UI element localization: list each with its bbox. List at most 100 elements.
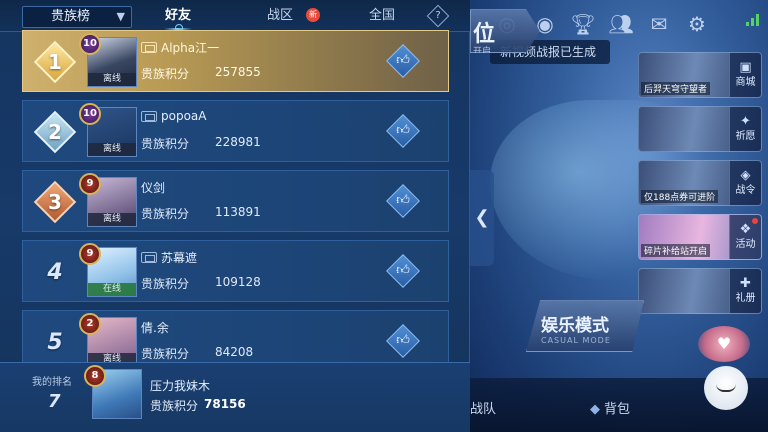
mail-icon[interactable]: ✉	[644, 10, 674, 38]
side-card-caption: 碎片补给站开启	[641, 244, 711, 257]
side-card-label: 祈愿	[735, 131, 756, 142]
rank-number: 1	[48, 50, 62, 74]
my-rank-bar: 我的排名 7 8 压力我妹木 贵族积分 78156	[0, 362, 470, 432]
giftbook-button[interactable]: ✚ 礼册	[729, 269, 761, 313]
question-icon: ?	[435, 10, 441, 21]
casual-mode-label: 娱乐模式	[541, 316, 609, 336]
score-value: 113891	[215, 205, 261, 219]
event-icon: ❖	[739, 222, 752, 237]
rank-number-wrap: 5	[33, 320, 77, 364]
ranked-mode-sub: 开启	[473, 47, 492, 57]
leaderboard-row[interactable]: 1 离线 10 Alpha江一 贵族积分 257855 👍︎	[22, 30, 449, 92]
side-card-label: 战令	[735, 185, 756, 196]
wish-button[interactable]: ✦ 祈愿	[729, 107, 761, 151]
board-type-dropdown[interactable]: 贵族榜 ▼	[22, 6, 132, 28]
side-card-battlepass[interactable]: 仅188点券可进阶 ◈ 战令	[638, 160, 762, 206]
tab-zone[interactable]: 战区	[258, 0, 302, 32]
score-value: 84208	[215, 345, 254, 359]
player-name-wrap: Alpha江一	[141, 39, 219, 56]
rank-number: 5	[47, 329, 63, 355]
like-button[interactable]: 👍︎	[386, 44, 420, 78]
player-name-wrap: popoaA	[141, 109, 206, 123]
gear-icon[interactable]: ⚙	[682, 10, 712, 38]
like-button[interactable]: 👍︎	[386, 114, 420, 148]
new-badge: 新	[306, 8, 320, 22]
status-badge: 离线	[88, 213, 136, 226]
thumbs-up-icon: 👍︎	[396, 123, 410, 138]
side-card-shop[interactable]: 后羿天穹守望者 ▣ 商城	[638, 52, 762, 98]
thumbs-up-icon: 👍︎	[396, 263, 410, 278]
help-button[interactable]: ?	[426, 4, 450, 28]
score-value: 228981	[215, 135, 261, 149]
player-name: 倩.余	[141, 321, 169, 335]
leaderboard-row[interactable]: 2 离线 10 popoaA 贵族积分 228981 👍︎	[22, 100, 449, 162]
leaderboard-row[interactable]: 3 离线 9 仪剑 贵族积分 113891 👍︎	[22, 170, 449, 232]
side-card-caption: 仅188点券可进阶	[641, 190, 719, 203]
team-button[interactable]: 战队	[470, 398, 496, 417]
rank-number: 2	[48, 120, 62, 144]
rank-medal-icon: 3	[33, 180, 77, 224]
my-rank-number: 7	[48, 391, 61, 412]
notification-dot	[752, 218, 758, 224]
shop-button[interactable]: ▣ 商城	[729, 53, 761, 97]
player-name-wrap: 仪剑	[141, 179, 165, 196]
status-badge: 在线	[88, 283, 136, 296]
score-label: 贵族积分	[141, 137, 190, 151]
side-card-label: 礼册	[735, 293, 756, 304]
score-value: 257855	[215, 65, 261, 79]
thumbs-up-icon: 👍︎	[396, 193, 410, 208]
rank-medal-icon: 2	[33, 110, 77, 154]
friends-icon[interactable]: 👥︎	[606, 10, 636, 38]
mascot-body	[704, 366, 748, 410]
battlepass-button[interactable]: ◈ 战令	[729, 161, 761, 205]
thumbs-up-icon: 👍︎	[396, 53, 410, 68]
qq-icon	[141, 252, 157, 263]
like-button[interactable]: 👍︎	[386, 184, 420, 218]
tab-national[interactable]: 全国	[360, 0, 404, 32]
like-button[interactable]: 👍︎	[386, 324, 420, 358]
casual-mode-button[interactable]: 娱乐模式 CASUAL MODE	[526, 300, 644, 352]
noble-level-badge: 9	[79, 243, 101, 265]
ranked-mode-button[interactable]: 位 开启	[470, 9, 540, 53]
backpack-icon: ◆	[590, 402, 600, 417]
status-badge: 离线	[88, 143, 136, 156]
heart-icon[interactable]: ♥	[698, 326, 750, 362]
status-badge: 离线	[88, 73, 136, 86]
thumbs-up-icon: 👍︎	[396, 333, 410, 348]
collapse-arrow-button[interactable]: ❮	[470, 170, 494, 266]
giftbook-icon: ✚	[740, 276, 751, 291]
noble-level-badge: 10	[79, 103, 101, 125]
side-card-caption: 后羿天穹守望者	[641, 82, 711, 95]
rank-medal-icon: 1	[33, 40, 77, 84]
like-button[interactable]: 👍︎	[386, 254, 420, 288]
lobby-background: ◎ ◉ 🏆︎ 👥︎ ✉ ⚙ 新视频战报已生成 后羿天穹守望者 ▣ 商城 ✦ 祈愿…	[470, 0, 768, 432]
side-card-label: 活动	[735, 239, 756, 250]
side-card-label: 商城	[735, 77, 756, 88]
noble-level-badge: 10	[79, 33, 101, 55]
side-card-event[interactable]: 碎片补给站开启 ❖ 活动	[638, 214, 762, 260]
side-card-giftbook[interactable]: ✚ 礼册	[638, 268, 762, 314]
my-rank-label: 我的排名	[32, 377, 72, 388]
wifi-signal-icon	[746, 12, 760, 26]
score-label: 贵族积分	[141, 277, 190, 291]
dropdown-label: 贵族榜	[51, 9, 91, 24]
score-label: 贵族积分	[141, 347, 190, 361]
pet-mascot[interactable]: ♥	[694, 326, 754, 422]
my-player-name: 压力我妹木	[150, 379, 211, 393]
noble-level-badge: 9	[79, 173, 101, 195]
leaderboard-list: 1 离线 10 Alpha江一 贵族积分 257855 👍︎ 2 离线 10 p…	[22, 30, 449, 380]
rank-number-wrap: 4	[33, 250, 77, 294]
score-value: 109128	[215, 275, 261, 289]
trophy-icon[interactable]: 🏆︎	[568, 10, 598, 38]
side-cards: 后羿天穹守望者 ▣ 商城 ✦ 祈愿 仅188点券可进阶 ◈ 战令 碎片补给站开启…	[638, 52, 762, 322]
tab-friends[interactable]: 好友	[156, 0, 200, 32]
backpack-button[interactable]: ◆ 背包	[590, 398, 630, 417]
side-card-wish[interactable]: ✦ 祈愿	[638, 106, 762, 152]
chevron-left-icon: ❮	[474, 207, 490, 228]
noble-level-badge: 2	[79, 313, 101, 335]
player-name-wrap: 苏幕遮	[141, 249, 197, 266]
casual-mode-sub: CASUAL MODE	[541, 336, 611, 345]
leaderboard-row[interactable]: 4 在线 9 苏幕遮 贵族积分 109128 👍︎	[22, 240, 449, 302]
shop-icon: ▣	[739, 60, 752, 75]
my-score-value: 78156	[204, 397, 246, 411]
